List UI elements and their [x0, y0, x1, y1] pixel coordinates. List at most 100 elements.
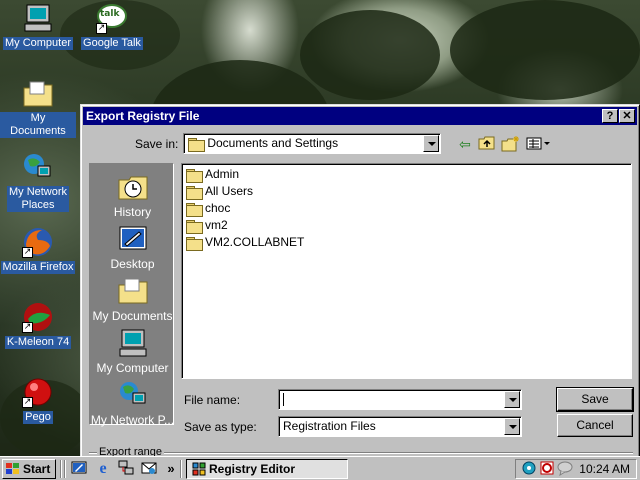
save-as-type-label: Save as type:	[184, 420, 257, 434]
shortcut-arrow-icon: ↗	[22, 247, 33, 258]
up-folder-icon[interactable]	[477, 135, 497, 153]
clock[interactable]: 10:24 AM	[579, 462, 630, 476]
dialog-titlebar[interactable]: Export Registry File ? ✕	[83, 107, 637, 125]
place-label: History	[113, 205, 152, 219]
desktop-icon-label: Google Talk	[81, 37, 143, 50]
documents-folder-icon	[117, 276, 149, 306]
messenger-tray-icon[interactable]	[556, 460, 574, 478]
desktop-icon-label: My Network Places	[6, 186, 70, 212]
places-bar: History Desktop My Documents My Computer…	[89, 163, 175, 427]
place-label: My Network P...	[90, 413, 175, 427]
save-in-value: Documents and Settings	[207, 136, 339, 150]
k-meleon-icon: ↗	[22, 301, 54, 333]
dialog-title: Export Registry File	[86, 109, 200, 123]
firefox-icon: ↗	[22, 226, 54, 258]
view-menu-icon[interactable]	[525, 135, 551, 153]
taskbar: Start e » Registry Editor 10:24 AM	[0, 456, 640, 480]
cancel-button[interactable]: Cancel	[557, 414, 633, 437]
place-label: My Documents	[92, 309, 173, 323]
chevron-down-icon[interactable]	[504, 418, 520, 435]
list-item[interactable]: choc	[186, 200, 231, 217]
antivirus-tray-icon[interactable]	[538, 460, 556, 478]
desktop-icon-my-network-places[interactable]: My Network Places	[0, 152, 76, 212]
desktop-icon	[117, 224, 149, 254]
computer-icon	[22, 2, 54, 34]
save-as-type-dropdown[interactable]: Registration Files	[278, 416, 522, 437]
documents-folder-icon	[22, 78, 54, 110]
desktop-icon-my-documents[interactable]: My Documents	[0, 78, 76, 138]
save-in-dropdown[interactable]: Documents and Settings	[183, 133, 441, 154]
windows-logo-icon	[6, 463, 20, 475]
shortcut-arrow-icon: ↗	[22, 397, 33, 408]
computer-icon	[117, 328, 149, 358]
task-registry-editor[interactable]: Registry Editor	[186, 459, 348, 479]
file-name-label: File name:	[184, 393, 241, 407]
shortcut-arrow-icon: ↗	[22, 322, 33, 333]
place-my-computer[interactable]: My Computer	[90, 328, 175, 375]
list-item[interactable]: All Users	[186, 183, 253, 200]
desktop-icon-mozilla-firefox[interactable]: ↗ Mozilla Firefox	[0, 226, 76, 274]
list-item[interactable]: VM2.COLLABNET	[186, 234, 305, 251]
wallpaper-foliage	[300, 10, 440, 100]
network-icon	[117, 380, 149, 410]
google-talk-icon: talk ↗	[96, 2, 128, 34]
desktop-icon-label: Mozilla Firefox	[0, 261, 76, 274]
shortcut-arrow-icon: ↗	[96, 23, 107, 34]
history-icon	[117, 172, 149, 202]
desktop-icon-pego[interactable]: ↗ Pego	[0, 376, 76, 424]
system-tray: 10:24 AM	[515, 459, 637, 479]
file-name: Admin	[205, 167, 240, 181]
internet-explorer-icon[interactable]: e	[94, 460, 112, 478]
place-my-network-places[interactable]: My Network P...	[90, 380, 175, 427]
new-folder-icon[interactable]	[501, 135, 521, 153]
help-button[interactable]: ?	[602, 109, 618, 123]
desktop-icon-label: Pego	[23, 411, 53, 424]
quick-launch-overflow[interactable]: »	[162, 460, 180, 478]
desktop-icon-my-computer[interactable]: My Computer	[0, 2, 76, 50]
list-item[interactable]: Admin	[186, 166, 240, 183]
place-my-documents[interactable]: My Documents	[90, 276, 175, 323]
file-name-input[interactable]	[278, 389, 522, 410]
export-registry-dialog: Export Registry File ? ✕ Save in: Docume…	[80, 104, 640, 456]
chevron-down-icon[interactable]	[504, 391, 520, 408]
place-label: Desktop	[110, 257, 155, 271]
desktop-icon-label: My Documents	[0, 112, 76, 138]
task-label: Registry Editor	[209, 462, 296, 476]
desktop-icon-label: K-Meleon 74	[4, 336, 72, 349]
file-list[interactable]: Admin All Users choc vm2 VM2.COLLABNET	[181, 163, 632, 379]
folder-icon	[186, 168, 203, 183]
text-caret	[283, 393, 284, 407]
wallpaper-foliage	[450, 0, 640, 100]
registry-editor-icon	[191, 461, 207, 480]
place-desktop[interactable]: Desktop	[90, 224, 175, 271]
list-item[interactable]: vm2	[186, 217, 228, 234]
chevron-down-icon[interactable]	[423, 135, 439, 152]
talk-badge: talk	[100, 9, 120, 19]
file-name: choc	[205, 201, 231, 215]
back-icon[interactable]: ⇦	[455, 135, 475, 153]
start-button[interactable]: Start	[2, 459, 56, 479]
folder-icon	[186, 202, 203, 217]
place-history[interactable]: History	[90, 172, 175, 219]
network-tray-icon[interactable]	[520, 460, 538, 478]
outlook-icon[interactable]	[140, 460, 158, 478]
save-button[interactable]: Save	[556, 387, 634, 412]
close-button[interactable]: ✕	[619, 109, 635, 123]
desktop-icon-google-talk[interactable]: talk ↗ Google Talk	[74, 2, 150, 50]
desktop-icon-label: My Computer	[2, 37, 74, 50]
place-label: My Computer	[96, 361, 169, 375]
taskbar-separator	[60, 460, 62, 478]
folder-icon	[186, 185, 203, 200]
file-name: VM2.COLLABNET	[205, 235, 305, 249]
start-label: Start	[23, 462, 51, 476]
file-name: vm2	[205, 218, 228, 232]
folder-icon	[186, 236, 203, 251]
taskbar-separator	[64, 460, 66, 478]
network-connections-icon[interactable]	[117, 460, 135, 478]
label-line: Places	[21, 199, 55, 211]
save-as-type-value: Registration Files	[283, 419, 376, 433]
folder-icon	[186, 219, 203, 234]
desktop-icon-k-meleon[interactable]: ↗ K-Meleon 74	[0, 301, 76, 349]
network-icon	[22, 152, 54, 184]
show-desktop-icon[interactable]	[70, 460, 88, 478]
